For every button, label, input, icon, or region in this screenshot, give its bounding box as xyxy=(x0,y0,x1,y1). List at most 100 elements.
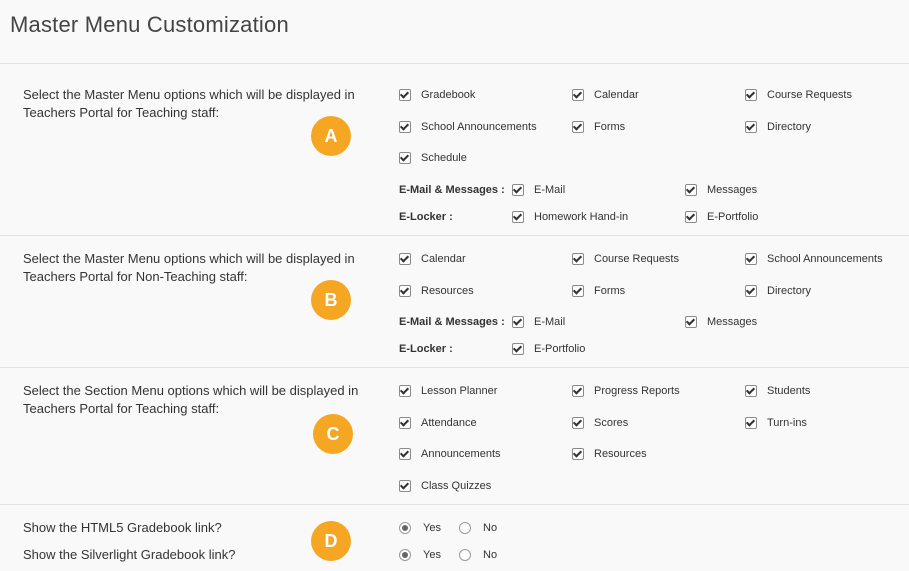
section-a-description: Select the Master Menu options which wil… xyxy=(23,86,363,122)
checkbox[interactable] xyxy=(745,121,757,133)
silverlight-yes-radio[interactable]: Yes xyxy=(399,549,441,561)
checkbox[interactable] xyxy=(399,89,411,101)
option-school-announcements[interactable]: School Announcements xyxy=(745,253,883,265)
option-attendance[interactable]: Attendance xyxy=(399,417,477,429)
option-forms[interactable]: Forms xyxy=(572,121,625,133)
radio[interactable] xyxy=(399,549,411,561)
option-label: E-Portfolio xyxy=(534,343,586,355)
option-messages[interactable]: Messages xyxy=(685,316,757,328)
option-label: Calendar xyxy=(421,253,466,265)
checkbox[interactable] xyxy=(572,285,584,297)
checkbox[interactable] xyxy=(399,480,411,492)
section-c-description: Select the Section Menu options which wi… xyxy=(23,382,363,418)
checkbox[interactable] xyxy=(745,253,757,265)
html5-yes-radio[interactable]: Yes xyxy=(399,522,441,534)
badge-c: C xyxy=(313,414,353,454)
checkbox[interactable] xyxy=(512,316,524,328)
checkbox[interactable] xyxy=(399,152,411,164)
checkbox[interactable] xyxy=(512,184,524,196)
checkbox[interactable] xyxy=(572,89,584,101)
option-scores[interactable]: Scores xyxy=(572,417,628,429)
radio-label: No xyxy=(483,522,498,534)
option-course-requests[interactable]: Course Requests xyxy=(572,253,679,265)
html5-no-radio[interactable]: No xyxy=(459,522,497,534)
option-calendar[interactable]: Calendar xyxy=(572,89,639,101)
option-schedule[interactable]: Schedule xyxy=(399,152,467,164)
option-label: Messages xyxy=(707,184,758,196)
option-students[interactable]: Students xyxy=(745,385,810,397)
radio[interactable] xyxy=(459,549,471,561)
option-label: Calendar xyxy=(594,89,639,101)
option-announcements[interactable]: Announcements xyxy=(399,448,501,460)
checkbox[interactable] xyxy=(399,253,411,265)
checkbox[interactable] xyxy=(572,385,584,397)
radio[interactable] xyxy=(399,522,411,534)
badge-d: D xyxy=(311,521,351,561)
option-directory[interactable]: Directory xyxy=(745,121,811,133)
option-lesson-planner[interactable]: Lesson Planner xyxy=(399,385,497,397)
option-label: Announcements xyxy=(421,448,501,460)
silverlight-no-radio[interactable]: No xyxy=(459,549,497,561)
option-label: Messages xyxy=(707,316,758,328)
checkbox[interactable] xyxy=(745,89,757,101)
checkbox[interactable] xyxy=(399,385,411,397)
option-label: Resources xyxy=(594,448,647,460)
option-directory[interactable]: Directory xyxy=(745,285,811,297)
option-resources[interactable]: Resources xyxy=(572,448,647,460)
divider xyxy=(0,367,909,368)
checkbox[interactable] xyxy=(512,343,524,355)
divider xyxy=(0,63,909,64)
badge-a: A xyxy=(311,116,351,156)
option-label: Turn-ins xyxy=(767,417,807,429)
option-label: Schedule xyxy=(421,152,467,164)
option-email[interactable]: E-Mail xyxy=(512,316,565,328)
option-gradebook[interactable]: Gradebook xyxy=(399,89,475,101)
checkbox[interactable] xyxy=(685,184,697,196)
option-label: E-Mail xyxy=(534,184,566,196)
checkbox[interactable] xyxy=(572,253,584,265)
checkbox[interactable] xyxy=(572,448,584,460)
checkbox[interactable] xyxy=(745,285,757,297)
option-label: E-Mail xyxy=(534,316,566,328)
option-label: E-Portfolio xyxy=(707,211,759,223)
option-email[interactable]: E-Mail xyxy=(512,184,565,196)
option-e-portfolio[interactable]: E-Portfolio xyxy=(512,343,585,355)
checkbox[interactable] xyxy=(399,417,411,429)
option-school-announcements[interactable]: School Announcements xyxy=(399,121,537,133)
checkbox[interactable] xyxy=(512,211,524,223)
checkbox[interactable] xyxy=(572,121,584,133)
option-messages[interactable]: Messages xyxy=(685,184,757,196)
section-b-desc-line2: Teachers Portal for Non-Teaching staff: xyxy=(23,269,248,284)
checkbox[interactable] xyxy=(685,316,697,328)
checkbox[interactable] xyxy=(745,385,757,397)
option-calendar[interactable]: Calendar xyxy=(399,253,466,265)
checkbox[interactable] xyxy=(399,121,411,133)
option-label: School Announcements xyxy=(421,121,537,133)
section-c-desc-line2: Teachers Portal for Teaching staff: xyxy=(23,401,220,416)
checkbox[interactable] xyxy=(685,211,697,223)
email-messages-label: E-Mail & Messages : xyxy=(399,184,505,196)
silverlight-gradebook-question: Show the Silverlight Gradebook link? xyxy=(23,547,236,562)
option-progress-reports[interactable]: Progress Reports xyxy=(572,385,680,397)
divider xyxy=(0,504,909,505)
checkbox[interactable] xyxy=(572,417,584,429)
option-forms[interactable]: Forms xyxy=(572,285,625,297)
radio[interactable] xyxy=(459,522,471,534)
option-e-portfolio[interactable]: E-Portfolio xyxy=(685,211,758,223)
checkbox[interactable] xyxy=(399,448,411,460)
option-label: Attendance xyxy=(421,417,477,429)
option-class-quizzes[interactable]: Class Quizzes xyxy=(399,480,491,492)
divider xyxy=(0,235,909,236)
radio-label: No xyxy=(483,549,498,561)
option-label: Forms xyxy=(594,121,626,133)
option-resources[interactable]: Resources xyxy=(399,285,474,297)
checkbox[interactable] xyxy=(399,285,411,297)
html5-gradebook-question: Show the HTML5 Gradebook link? xyxy=(23,520,222,535)
checkbox[interactable] xyxy=(745,417,757,429)
option-label: Course Requests xyxy=(594,253,679,265)
option-turn-ins[interactable]: Turn-ins xyxy=(745,417,807,429)
option-homework-hand-in[interactable]: Homework Hand-in xyxy=(512,211,628,223)
option-label: School Announcements xyxy=(767,253,883,265)
option-course-requests[interactable]: Course Requests xyxy=(745,89,852,101)
elocker-label: E-Locker : xyxy=(399,343,453,355)
